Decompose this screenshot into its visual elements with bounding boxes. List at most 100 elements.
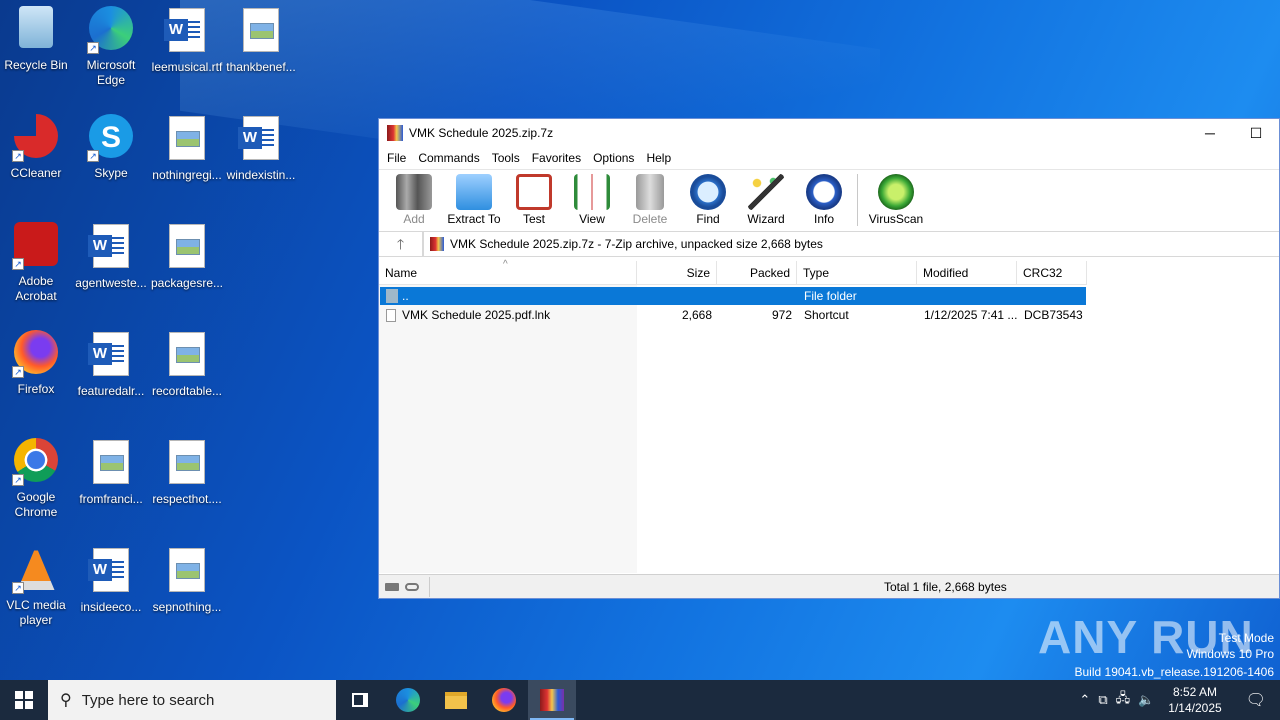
find-button[interactable]: Find	[679, 174, 737, 226]
taskbar-file-explorer[interactable]	[432, 680, 480, 720]
desktop-icon[interactable]: recordtable...	[149, 330, 225, 399]
desktop-icon-label: windexistin...	[226, 168, 296, 182]
view-button[interactable]: View	[563, 174, 621, 226]
desktop-icon[interactable]: Winsideeco...	[73, 546, 149, 615]
cell-crc32: DCB73543	[1024, 308, 1083, 322]
add-button[interactable]: Add	[385, 174, 443, 226]
table-row-file[interactable]: VMK Schedule 2025.pdf.lnk 2,668 972 Shor…	[380, 306, 1086, 324]
delete-button[interactable]: Delete	[621, 174, 679, 226]
desktop-icon[interactable]: Wfeaturedalr...	[73, 330, 149, 399]
up-folder-button[interactable]: 🡑	[379, 232, 423, 256]
desktop-icon-label: insideeco...	[80, 600, 142, 614]
menu-help[interactable]: Help	[640, 151, 677, 165]
network-icon[interactable]: 🖧	[1112, 689, 1135, 711]
menu-file[interactable]: File	[381, 151, 412, 165]
desktop-icon-label: Skype	[94, 166, 128, 180]
taskbar-firefox[interactable]	[480, 680, 528, 720]
magnifier-icon	[690, 174, 726, 210]
desktop-icon-label: Google Chrome	[14, 490, 58, 519]
image-doc-icon	[163, 440, 211, 488]
minimize-button[interactable]: ─	[1187, 119, 1233, 147]
recycle-bin-icon	[12, 6, 60, 54]
menu-tools[interactable]: Tools	[486, 151, 526, 165]
word-doc-icon: W	[163, 8, 211, 56]
extract-to-button[interactable]: Extract To	[443, 174, 505, 226]
watermark-windows-edition: Windows 10 Pro	[1186, 647, 1274, 661]
cell-name: ..	[380, 287, 638, 305]
virusscan-button[interactable]: VirusScan	[864, 174, 928, 226]
edge-icon: ↗	[87, 6, 135, 54]
desktop-icon[interactable]: Wleemusical.rtf	[149, 6, 225, 75]
desktop-icon[interactable]: fromfranci...	[73, 438, 149, 507]
title-bar[interactable]: VMK Schedule 2025.zip.7z ─ ☐	[379, 119, 1279, 147]
column-type[interactable]: Type	[797, 261, 917, 285]
firefox-icon	[492, 688, 516, 712]
shortcut-file-icon	[386, 308, 396, 322]
table-row-parent[interactable]: .. File folder	[380, 287, 1086, 305]
trash-icon	[636, 174, 664, 210]
desktop-icon[interactable]: thankbenef...	[223, 6, 299, 75]
desktop-icon[interactable]: nothingregi...	[149, 114, 225, 183]
task-view-button[interactable]	[336, 680, 384, 720]
desktop-icon-label: CCleaner	[10, 166, 62, 180]
column-size[interactable]: Size	[637, 261, 717, 285]
archive-icon	[430, 237, 444, 251]
column-name[interactable]: Name ^	[379, 259, 637, 285]
add-archive-icon	[396, 174, 432, 210]
menu-favorites[interactable]: Favorites	[526, 151, 587, 165]
shortcut-arrow-icon: ↗	[12, 150, 24, 162]
desktop-icon[interactable]: ↗ Adobe Acrobat	[0, 222, 74, 304]
cell-size: 2,668	[681, 308, 712, 322]
extract-to-label: Extract To	[447, 212, 501, 226]
cell-type: Shortcut	[804, 308, 849, 322]
maximize-button[interactable]: ☐	[1233, 119, 1279, 147]
desktop-icon-label: sepnothing...	[152, 600, 222, 614]
cell-modified	[918, 287, 1018, 305]
wizard-button[interactable]: Wizard	[737, 174, 795, 226]
winrar-app-icon	[387, 125, 403, 141]
column-crc32[interactable]: CRC32	[1017, 261, 1087, 285]
desktop-icon[interactable]: packagesre...	[149, 222, 225, 291]
info-button[interactable]: Info	[795, 174, 853, 226]
shortcut-arrow-icon: ↗	[12, 366, 24, 378]
desktop-icon[interactable]: ↗ CCleaner	[0, 114, 74, 181]
cell-packed	[718, 287, 798, 305]
column-modified[interactable]: Modified	[917, 261, 1017, 285]
wand-icon	[748, 174, 784, 210]
desktop-icon-label: leemusical.rtf	[151, 60, 223, 74]
desktop-icon[interactable]: S ↗ Skype	[73, 114, 149, 181]
winrar-window: VMK Schedule 2025.zip.7z ─ ☐ File Comman…	[378, 118, 1280, 599]
taskbar-edge[interactable]	[384, 680, 432, 720]
toolbar: Add Extract To Test View Delete Find Wiz…	[379, 169, 1279, 231]
desktop-icon[interactable]: ↗ VLC media player	[0, 546, 74, 628]
notification-icon[interactable]: 🗨	[1232, 690, 1280, 710]
desktop-icon-label: fromfranci...	[79, 492, 143, 506]
desktop-icon[interactable]: Wagentweste...	[73, 222, 149, 291]
test-button[interactable]: Test	[505, 174, 563, 226]
view-book-icon	[574, 174, 610, 210]
chevron-up-icon[interactable]: ⌃	[1075, 692, 1094, 708]
taskbar-winrar[interactable]	[528, 680, 576, 720]
desktop-icon[interactable]: Wwindexistin...	[223, 114, 299, 183]
start-button[interactable]	[0, 680, 48, 720]
clock[interactable]: 8:52 AM 1/14/2025	[1158, 684, 1231, 716]
desktop-icon[interactable]: sepnothing...	[149, 546, 225, 615]
column-packed[interactable]: Packed	[717, 261, 797, 285]
menu-commands[interactable]: Commands	[412, 151, 485, 165]
folder-up-icon	[386, 289, 398, 303]
desktop-icon[interactable]: respecthot....	[149, 438, 225, 507]
search-icon: ⚲	[60, 692, 72, 709]
task-view-icon	[352, 693, 368, 707]
desktop-icon[interactable]: ↗ Microsoft Edge	[73, 6, 149, 88]
desktop-icon[interactable]: Recycle Bin	[0, 6, 74, 73]
menu-options[interactable]: Options	[587, 151, 640, 165]
desktop-icon-label: Microsoft Edge	[86, 58, 136, 87]
desktop-icon[interactable]: ↗ Firefox	[0, 330, 74, 397]
volume-icon[interactable]: 🔈	[1134, 692, 1158, 708]
file-list[interactable]: Name ^ Size Packed Type Modified CRC32 ..…	[379, 259, 1279, 573]
shortcut-arrow-icon: ↗	[12, 258, 24, 270]
desktop-icon[interactable]: ↗ Google Chrome	[0, 438, 74, 520]
network-app-icon[interactable]: ⧉	[1094, 692, 1111, 708]
address-field[interactable]: VMK Schedule 2025.zip.7z - 7-Zip archive…	[423, 232, 1279, 256]
taskbar-search[interactable]: ⚲ Type here to search	[48, 680, 336, 720]
